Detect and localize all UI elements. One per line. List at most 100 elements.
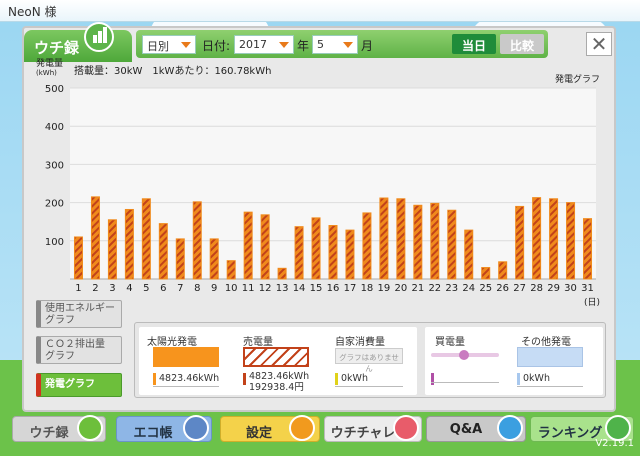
chart-bar: [158, 223, 168, 280]
co2-graph-line1: ＣＯ２排出量: [45, 339, 105, 350]
notebook-icon: [183, 415, 209, 441]
date-label: 日付:: [202, 39, 231, 53]
x-tick-label: 10: [225, 283, 238, 294]
nav-uchiroku-button[interactable]: ウチ録: [12, 415, 106, 442]
flag-icon: [393, 415, 419, 441]
chart-bar: [277, 267, 287, 280]
chart-bar: [260, 214, 270, 280]
compare-button[interactable]: 比較: [500, 34, 544, 54]
x-tick-label: 17: [344, 283, 357, 294]
x-tick-label: 2: [92, 283, 98, 294]
year-suffix: 年: [297, 39, 310, 53]
self-consumption-underline: [335, 386, 403, 387]
nav-settings-button[interactable]: 設定: [220, 415, 320, 442]
power-graph-label: 発電グラフ: [45, 379, 95, 390]
buy-title: 買電量: [435, 337, 465, 348]
y-tick-label: 300: [45, 160, 64, 171]
today-button[interactable]: 当日: [452, 34, 496, 54]
nav-qa-label: Q&A: [449, 422, 483, 437]
self-consumption-note: グラフはありません: [335, 348, 403, 373]
chart-area: 発電量 (kWh) 搭載量：30kW 1kWあたり：160.78kWh 発電グラ…: [32, 60, 608, 312]
co2-graph-line2: グラフ: [45, 351, 75, 362]
year-select[interactable]: 2017: [234, 35, 294, 54]
x-tick-label: 14: [293, 283, 306, 294]
x-tick-label: 4: [126, 283, 132, 294]
x-tick-label: 27: [513, 283, 526, 294]
solar-value: 4823.46kWh: [159, 373, 220, 384]
x-tick-label: 3: [109, 283, 115, 294]
x-tick-label: 24: [462, 283, 475, 294]
buy-marker: [431, 373, 434, 385]
x-tick-label: 19: [378, 283, 391, 294]
x-tick-label: 16: [327, 283, 340, 294]
solar-title: 太陽光発電: [147, 337, 197, 348]
chart-bar: [226, 260, 236, 280]
power-graph-button[interactable]: 発電グラフ: [36, 373, 122, 397]
x-tick-label: 18: [361, 283, 374, 294]
chart-bar: [498, 261, 508, 280]
wrench-icon: [289, 415, 315, 441]
x-tick-label: 7: [177, 283, 183, 294]
chart-bar: [311, 217, 321, 280]
chart-bar: [481, 267, 491, 280]
chart-bar: [209, 238, 219, 280]
x-tick-label: 25: [479, 283, 492, 294]
other-title: その他発電: [521, 337, 571, 348]
x-tick-label: 8: [194, 283, 200, 294]
x-tick-label: 29: [547, 283, 560, 294]
chart-bar: [515, 205, 525, 280]
chart-bar: [90, 196, 100, 280]
chart-bar: [379, 197, 389, 280]
uchiroku-tab[interactable]: ウチ録: [24, 30, 132, 62]
legend-panel: 太陽光発電 4823.46kWh 売電量 4823.46kWh 192938.4…: [134, 322, 606, 398]
nav-ecobook-button[interactable]: エコ帳: [116, 415, 212, 442]
sell-yen: 192938.4円: [249, 382, 304, 393]
chart-bar: [192, 201, 202, 280]
legend-consumption: 買電量 その他発電 0kWh: [425, 327, 603, 395]
chart-bar: [583, 218, 593, 280]
nav-uchichalle-label: ウチチャレ: [330, 426, 396, 441]
self-consumption-marker: [335, 373, 338, 385]
nav-settings-label: 設定: [245, 426, 272, 441]
chart-bar: [447, 209, 457, 280]
sell-marker: [243, 373, 246, 385]
x-tick-label: 20: [395, 283, 408, 294]
chart-bar: [345, 229, 355, 280]
period-select[interactable]: 日別: [142, 35, 196, 54]
period-select-value: 日別: [147, 40, 169, 53]
solar-underline: [153, 386, 219, 387]
nav-ecobook-label: エコ帳: [133, 426, 173, 441]
chart-bar: [362, 212, 372, 280]
buy-underline: [431, 382, 499, 383]
nav-qa-button[interactable]: Q&A: [426, 415, 526, 442]
bar-chart-icon: [77, 415, 103, 441]
self-consumption-title: 自家消費量: [335, 337, 385, 348]
nav-uchichalle-button[interactable]: ウチチャレ: [324, 415, 422, 442]
buy-slider-knob: [459, 350, 469, 360]
bottom-navigation: ウチ録 エコ帳 設定 ウチチャレ Q&A ランキング: [0, 412, 640, 456]
x-tick-label: 23: [445, 283, 458, 294]
top-bar: NeoN 様: [0, 0, 640, 22]
power-generation-chart: 1002003004005001 2 3 4 5 6 7 8 9 10 11 12 13 14 15 16 17…: [45, 84, 600, 308]
energy-usage-graph-button[interactable]: 使用エネルギー グラフ: [36, 300, 122, 328]
year-select-value: 2017: [239, 38, 267, 51]
x-tick-label: 22: [428, 283, 441, 294]
chart-bar: [532, 197, 542, 280]
chart-bar: [549, 198, 559, 280]
other-value: 0kWh: [523, 373, 550, 384]
month-select[interactable]: 5: [312, 35, 358, 54]
x-tick-label: 5: [143, 283, 149, 294]
other-marker: [517, 373, 520, 385]
x-tick-label: 12: [259, 283, 272, 294]
chart-bar: [141, 198, 151, 280]
close-button[interactable]: ✕: [586, 32, 612, 56]
y-tick-label: 500: [45, 84, 64, 95]
co2-graph-button[interactable]: ＣＯ２排出量 グラフ: [36, 336, 122, 364]
y-tick-label: 100: [45, 237, 64, 248]
chart-bar: [107, 219, 117, 280]
other-swatch: [517, 347, 583, 367]
solar-marker: [153, 373, 156, 385]
version-label: V2.19.1: [595, 438, 634, 449]
chart-bar: [124, 208, 134, 280]
y-tick-label: 400: [45, 122, 64, 133]
